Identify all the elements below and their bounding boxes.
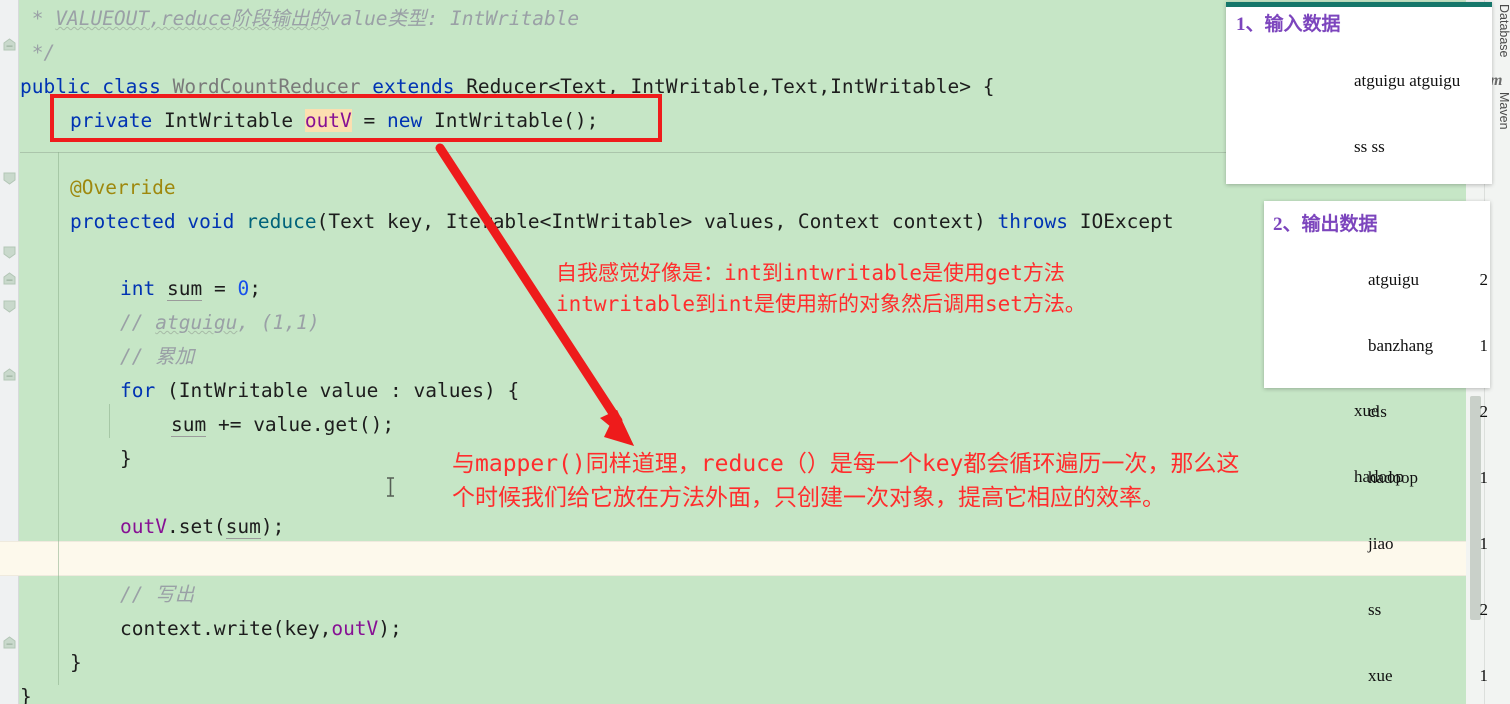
output-data-list: atguigu 2 banzhang 1 cls 2 hadoop 1 jiao 1 ss… <box>1368 225 1488 704</box>
table-row: jiao 1 <box>1368 533 1488 555</box>
annotation-note-reduce-loop: 与mapper()同样道理，reduce（）是每一个key都会循环遍历一次，那么… <box>452 451 1240 511</box>
annotation-red-box <box>50 94 662 142</box>
annotation-note-int-intwritable: 自我感觉好像是：int到intwritable是使用get方法 intwrita… <box>556 261 1086 316</box>
ide-screenshot: * VALUEOUT,reduce阶段输出的value类型: IntWritab… <box>0 0 1510 704</box>
code-line-class-close: } <box>20 685 32 704</box>
code-line-javadoc-end: */ <box>20 41 56 64</box>
code-line-context-write: context.write(key,outV); <box>120 617 402 640</box>
code-line-for-close: } <box>120 447 132 470</box>
output-count: 1 <box>1479 666 1489 685</box>
output-count: 2 <box>1479 402 1489 421</box>
table-row: cls 2 <box>1368 401 1488 423</box>
list-item: ss ss <box>1354 137 1385 156</box>
text-cursor-icon <box>386 477 395 497</box>
output-word: xue <box>1368 666 1393 685</box>
output-word: banzhang <box>1368 336 1434 355</box>
list-item: atguigu atguigu <box>1354 71 1461 90</box>
table-row: ss 2 <box>1368 599 1488 621</box>
output-word: atguigu <box>1368 270 1419 289</box>
code-line-for-loop: for (IntWritable value : values) { <box>120 379 520 402</box>
output-count: 1 <box>1479 336 1489 355</box>
code-line-sum-accumulate: sum += value.get(); <box>171 413 395 437</box>
code-line-override-annotation: @Override <box>70 176 176 199</box>
output-count: 2 <box>1479 600 1489 619</box>
output-count: 2 <box>1479 270 1489 289</box>
input-data-panel: 1、输入数据 atguigu atguigu ss ss cls cls jia… <box>1226 2 1492 486</box>
code-line-comment-leijia: // 累加 <box>120 345 195 368</box>
input-panel-top-band <box>1226 2 1492 7</box>
output-panel-title: 2、输出数据 <box>1273 214 1378 235</box>
output-word: jiao <box>1368 534 1394 553</box>
table-row: xue 1 <box>1368 665 1488 687</box>
code-line-reduce-signature: protected void reduce(Text key, Iterable… <box>70 210 1174 233</box>
output-word: ss <box>1368 600 1382 619</box>
code-line-comment-atguigu: // atguigu, (1,1) <box>120 311 320 334</box>
output-count: 1 <box>1479 534 1489 553</box>
code-line-int-sum: int sum = 0; <box>120 277 261 301</box>
code-line-comment-xiechu: // 写出 <box>120 583 195 606</box>
code-line-method-close: } <box>70 651 82 674</box>
output-count: 1 <box>1479 468 1489 487</box>
table-row: hadoop 1 <box>1368 467 1488 489</box>
table-row: atguigu 2 <box>1368 269 1488 291</box>
output-word: cls <box>1368 402 1387 421</box>
code-line-outv-set: outV.set(sum); <box>120 515 285 539</box>
input-panel-title: 1、输入数据 <box>1236 14 1341 35</box>
output-word: hadoop <box>1368 468 1419 487</box>
output-data-panel: 2、输出数据 atguigu 2 banzhang 1 cls 2 hadoop 1 j… <box>1264 201 1490 685</box>
table-row: banzhang 1 <box>1368 335 1488 357</box>
code-line-javadoc-valueout: * VALUEOUT,reduce阶段输出的value类型: IntWritab… <box>20 7 580 30</box>
